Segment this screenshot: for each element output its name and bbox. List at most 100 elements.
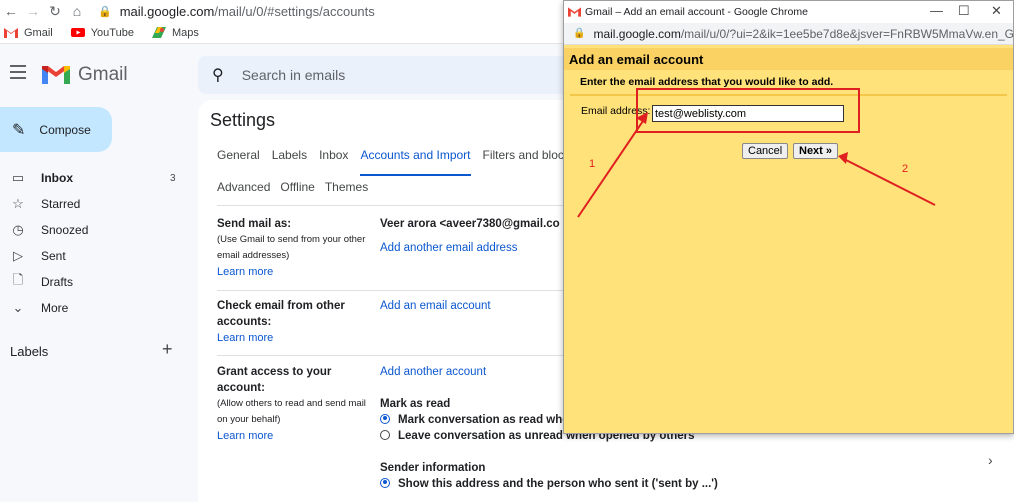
radio-unselected[interactable] <box>380 429 390 440</box>
popup-instruction: Enter the email address that you would l… <box>580 76 834 88</box>
url-host: mail.google.com <box>593 26 681 41</box>
sidebar-item-label: Sent <box>41 249 66 263</box>
add-account-popup-window: Gmail – Add an email account - Google Ch… <box>563 0 1014 434</box>
url-field[interactable]: mail.google.com/mail/u/0/#settings/accou… <box>120 4 375 19</box>
url-path: /mail/u/0/?ui=2&ik=1ee5be7d8e&jsver=FnRB… <box>680 26 1013 41</box>
settings-tabs-row2: Advanced Offline Themes <box>217 180 378 204</box>
bookmark-gmail[interactable]: Gmail <box>4 27 53 39</box>
home-icon[interactable]: ⌂ <box>66 0 88 22</box>
sidebar-item-label: Starred <box>41 197 81 211</box>
sidebar-item-label: More <box>41 301 69 315</box>
back-arrow-icon[interactable]: ← <box>0 0 22 22</box>
option-label: Mark conversation as read whe <box>398 414 569 426</box>
tab-themes[interactable]: Themes <box>325 180 368 204</box>
draft-icon: 🗋 <box>12 272 24 287</box>
learn-more-link[interactable]: Learn more <box>217 264 377 280</box>
page-title: Settings <box>210 110 276 130</box>
maps-icon <box>151 27 166 38</box>
show-address-option[interactable]: Show this address and the person who sen… <box>380 476 800 492</box>
tab-accounts-and-import[interactable]: Accounts and Import <box>360 148 471 176</box>
url-host: mail.google.com <box>119 3 215 19</box>
check-email-section: Check email from other accounts: Learn m… <box>217 298 377 346</box>
gmail-wordmark: Gmail <box>78 64 128 85</box>
search-input[interactable]: Search in emails <box>242 67 346 83</box>
section-label: Send mail as: <box>217 218 292 230</box>
maximize-icon[interactable]: ☐ <box>958 3 970 19</box>
labels-heading: Labels <box>10 344 49 359</box>
lock-icon: 🔒 <box>573 28 586 39</box>
bookmark-maps[interactable]: Maps <box>151 26 199 39</box>
unread-count: 3 <box>170 172 176 184</box>
url-path: /mail/u/0/#settings/accounts <box>214 3 375 19</box>
send-icon: ▷ <box>13 248 23 263</box>
sidebar-item-snoozed[interactable]: ◷ Snoozed <box>0 217 190 243</box>
sidebar-item-sent[interactable]: ▷ Sent <box>0 243 190 269</box>
search-bar[interactable]: ⚲ Search in emails <box>198 56 578 94</box>
popup-window-title: Gmail – Add an email account - Google Ch… <box>585 6 808 18</box>
radio-selected[interactable] <box>380 413 390 424</box>
learn-more-link[interactable]: Learn more <box>217 428 377 444</box>
popup-url-bar[interactable]: 🔒 mail.google.com/mail/u/0/?ui=2&ik=1ee5… <box>564 23 1013 45</box>
option-label: Show this address and the person who sen… <box>398 478 718 490</box>
chevron-right-icon[interactable]: › <box>988 452 993 468</box>
minimize-icon[interactable]: — <box>930 3 943 18</box>
bookmark-label: Gmail <box>24 26 53 39</box>
popup-heading: Add an email account <box>564 48 1013 70</box>
youtube-icon <box>70 28 85 37</box>
clock-icon: ◷ <box>12 222 24 237</box>
menu-icon[interactable] <box>10 65 26 79</box>
bookmark-label: YouTube <box>90 26 134 39</box>
tab-offline[interactable]: Offline <box>280 180 314 204</box>
tab-advanced[interactable]: Advanced <box>217 180 270 204</box>
popup-title-bar: Gmail – Add an email account - Google Ch… <box>564 1 1013 23</box>
tab-filters[interactable]: Filters and bloc <box>483 148 564 172</box>
annotation-label-1: 1 <box>589 158 596 170</box>
gmail-icon <box>4 28 18 38</box>
close-icon[interactable]: ✕ <box>991 3 1002 19</box>
tab-labels[interactable]: Labels <box>272 148 307 172</box>
section-label: Grant access to your account: <box>217 366 332 394</box>
add-email-account-link[interactable]: Add an email account <box>380 298 491 314</box>
compose-label: Compose <box>39 122 91 137</box>
sidebar-item-label: Inbox <box>41 171 73 185</box>
next-button[interactable]: Next » <box>793 143 839 159</box>
section-label: Check email from other accounts: <box>217 300 345 328</box>
radio-selected[interactable] <box>380 477 390 488</box>
reload-icon[interactable]: ↻ <box>44 0 66 22</box>
search-icon[interactable]: ⚲ <box>212 65 224 85</box>
inbox-icon: ▭ <box>11 170 25 185</box>
grant-access-section: Grant access to your account: (Allow oth… <box>217 364 377 444</box>
learn-more-link[interactable]: Learn more <box>217 330 377 346</box>
tab-general[interactable]: General <box>217 148 260 172</box>
lock-icon[interactable]: 🔒 <box>98 5 112 18</box>
sidebar-item-starred[interactable]: ☆ Starred <box>0 191 190 217</box>
sidebar-item-label: Snoozed <box>41 223 89 237</box>
chevron-down-icon: ⌄ <box>12 300 24 315</box>
sender-info-heading: Sender information <box>380 462 486 474</box>
bookmark-youtube[interactable]: YouTube <box>70 26 134 39</box>
annotation-label-2: 2 <box>902 163 909 175</box>
tab-inbox[interactable]: Inbox <box>319 148 348 172</box>
account-address: Veer arora <aveer7380@gmail.co <box>380 218 560 230</box>
add-label-button[interactable]: + <box>162 339 173 360</box>
gmail-icon <box>568 7 581 17</box>
sidebar-item-drafts[interactable]: 🗋 Drafts <box>0 269 190 295</box>
gmail-logo-icon <box>42 66 70 84</box>
bookmark-label: Maps <box>171 26 199 39</box>
compose-button[interactable]: ✎ Compose <box>0 107 112 152</box>
highlight-box <box>636 88 860 133</box>
sidebar-item-label: Drafts <box>41 275 74 289</box>
cancel-button[interactable]: Cancel <box>742 143 789 159</box>
send-mail-as-section: Send mail as: (Use Gmail to send from yo… <box>217 216 377 280</box>
sidebar-item-inbox[interactable]: ▭ Inbox 3 <box>0 165 190 191</box>
add-email-address-link[interactable]: Add another email address <box>380 240 560 256</box>
section-description: (Use Gmail to send from your other email… <box>217 234 366 261</box>
settings-tabs: General Labels Inbox Accounts and Import… <box>217 148 576 176</box>
pencil-icon: ✎ <box>12 121 26 139</box>
check-email-values: Add an email account <box>380 298 491 314</box>
send-mail-as-values: Veer arora <aveer7380@gmail.co Add anoth… <box>380 216 560 256</box>
sidebar-item-more[interactable]: ⌄ More <box>0 295 190 321</box>
forward-arrow-icon[interactable]: → <box>22 0 44 22</box>
star-icon: ☆ <box>12 196 24 211</box>
section-description: (Allow others to read and send mail on y… <box>217 398 366 425</box>
